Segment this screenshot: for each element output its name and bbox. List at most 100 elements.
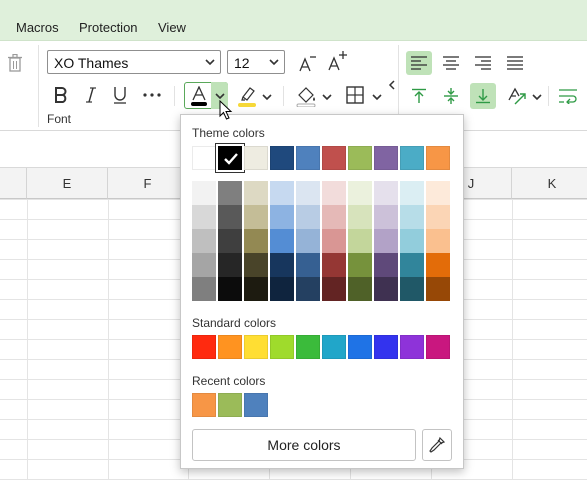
theme-tint-swatch[interactable] (400, 205, 424, 229)
theme-tint-swatch[interactable] (244, 277, 268, 301)
theme-tint-swatch[interactable] (374, 277, 398, 301)
chevron-left-icon[interactable] (388, 80, 396, 90)
theme-tint-swatch[interactable] (374, 181, 398, 205)
align-center-icon[interactable] (438, 51, 464, 75)
theme-tint-swatch[interactable] (322, 253, 346, 277)
theme-tint-swatch[interactable] (348, 181, 372, 205)
theme-tint-swatch[interactable] (426, 181, 450, 205)
theme-tint-swatch[interactable] (244, 253, 268, 277)
recent-color-swatch[interactable] (244, 393, 268, 417)
theme-tint-swatch[interactable] (192, 277, 216, 301)
theme-tint-swatch[interactable] (218, 229, 242, 253)
theme-color-swatch[interactable] (322, 146, 346, 170)
theme-tint-swatch[interactable] (374, 253, 398, 277)
menu-protection[interactable]: Protection (79, 20, 138, 35)
theme-tint-swatch[interactable] (296, 253, 320, 277)
eyedropper-button[interactable] (422, 429, 452, 461)
theme-tint-swatch[interactable] (192, 181, 216, 205)
align-bottom-icon[interactable] (470, 83, 496, 109)
theme-tint-swatch[interactable] (348, 229, 372, 253)
theme-tint-swatch[interactable] (400, 181, 424, 205)
theme-tint-swatch[interactable] (296, 229, 320, 253)
recent-color-swatch[interactable] (192, 393, 216, 417)
theme-tint-swatch[interactable] (192, 253, 216, 277)
row-header-corner[interactable] (0, 168, 27, 199)
theme-tint-swatch[interactable] (322, 205, 346, 229)
chevron-down-icon[interactable] (372, 93, 382, 101)
bold-icon[interactable] (50, 84, 72, 106)
theme-tint-swatch[interactable] (270, 277, 294, 301)
theme-tint-swatch[interactable] (374, 229, 398, 253)
standard-color-swatch[interactable] (322, 335, 346, 359)
theme-tint-swatch[interactable] (296, 181, 320, 205)
theme-tint-swatch[interactable] (244, 205, 268, 229)
theme-tint-swatch[interactable] (322, 181, 346, 205)
highlight-icon[interactable] (236, 84, 258, 108)
align-middle-icon[interactable] (438, 84, 464, 108)
theme-tint-swatch[interactable] (400, 253, 424, 277)
theme-tint-swatch[interactable] (296, 277, 320, 301)
more-options-icon[interactable] (140, 84, 164, 106)
theme-tint-swatch[interactable] (218, 277, 242, 301)
theme-tint-swatch[interactable] (270, 229, 294, 253)
chevron-down-icon[interactable] (262, 93, 272, 101)
trash-icon[interactable] (6, 53, 24, 73)
theme-color-swatch[interactable] (270, 146, 294, 170)
column-header-k[interactable]: K (512, 168, 587, 199)
theme-tint-swatch[interactable] (426, 277, 450, 301)
theme-tint-swatch[interactable] (192, 205, 216, 229)
theme-color-swatch[interactable] (348, 146, 372, 170)
theme-tint-swatch[interactable] (192, 229, 216, 253)
theme-tint-swatch[interactable] (270, 181, 294, 205)
standard-color-swatch[interactable] (244, 335, 268, 359)
text-orientation-icon[interactable] (504, 84, 530, 108)
underline-icon[interactable] (109, 84, 131, 106)
font-size-select[interactable]: 12 (227, 50, 285, 74)
fill-color-icon[interactable] (294, 84, 318, 108)
theme-tint-swatch[interactable] (244, 229, 268, 253)
theme-tint-swatch[interactable] (218, 205, 242, 229)
column-header-e[interactable]: E (27, 168, 108, 199)
theme-tint-swatch[interactable] (400, 277, 424, 301)
theme-tint-swatch[interactable] (426, 253, 450, 277)
theme-tint-swatch[interactable] (322, 277, 346, 301)
theme-tint-swatch[interactable] (426, 205, 450, 229)
theme-tint-swatch[interactable] (426, 229, 450, 253)
theme-color-swatch[interactable] (244, 146, 268, 170)
more-colors-button[interactable]: More colors (192, 429, 416, 461)
chevron-down-icon[interactable] (532, 93, 542, 101)
borders-icon[interactable] (344, 84, 366, 106)
standard-color-swatch[interactable] (348, 335, 372, 359)
theme-tint-swatch[interactable] (218, 253, 242, 277)
align-left-icon[interactable] (406, 51, 432, 75)
theme-tint-swatch[interactable] (322, 229, 346, 253)
column-header-f[interactable]: F (108, 168, 188, 199)
theme-color-swatch[interactable] (296, 146, 320, 170)
theme-tint-swatch[interactable] (270, 205, 294, 229)
chevron-down-icon[interactable] (322, 93, 332, 101)
standard-color-swatch[interactable] (192, 335, 216, 359)
standard-color-swatch[interactable] (296, 335, 320, 359)
wrap-text-icon[interactable] (556, 84, 580, 108)
menu-view[interactable]: View (158, 20, 186, 35)
increase-font-size-icon[interactable] (326, 50, 348, 72)
theme-tint-swatch[interactable] (218, 181, 242, 205)
theme-color-swatch[interactable] (374, 146, 398, 170)
standard-color-swatch[interactable] (400, 335, 424, 359)
theme-tint-swatch[interactable] (244, 181, 268, 205)
decrease-font-size-icon[interactable] (296, 52, 318, 74)
align-top-icon[interactable] (406, 84, 432, 108)
theme-tint-swatch[interactable] (400, 229, 424, 253)
align-right-icon[interactable] (470, 51, 496, 75)
theme-color-swatch[interactable] (426, 146, 450, 170)
theme-tint-swatch[interactable] (296, 205, 320, 229)
theme-tint-swatch[interactable] (374, 205, 398, 229)
theme-tint-swatch[interactable] (348, 277, 372, 301)
theme-tint-swatch[interactable] (348, 205, 372, 229)
standard-color-swatch[interactable] (374, 335, 398, 359)
theme-color-swatch[interactable] (216, 144, 244, 172)
theme-color-swatch[interactable] (192, 146, 216, 170)
standard-color-swatch[interactable] (218, 335, 242, 359)
theme-tint-swatch[interactable] (270, 253, 294, 277)
recent-color-swatch[interactable] (218, 393, 242, 417)
